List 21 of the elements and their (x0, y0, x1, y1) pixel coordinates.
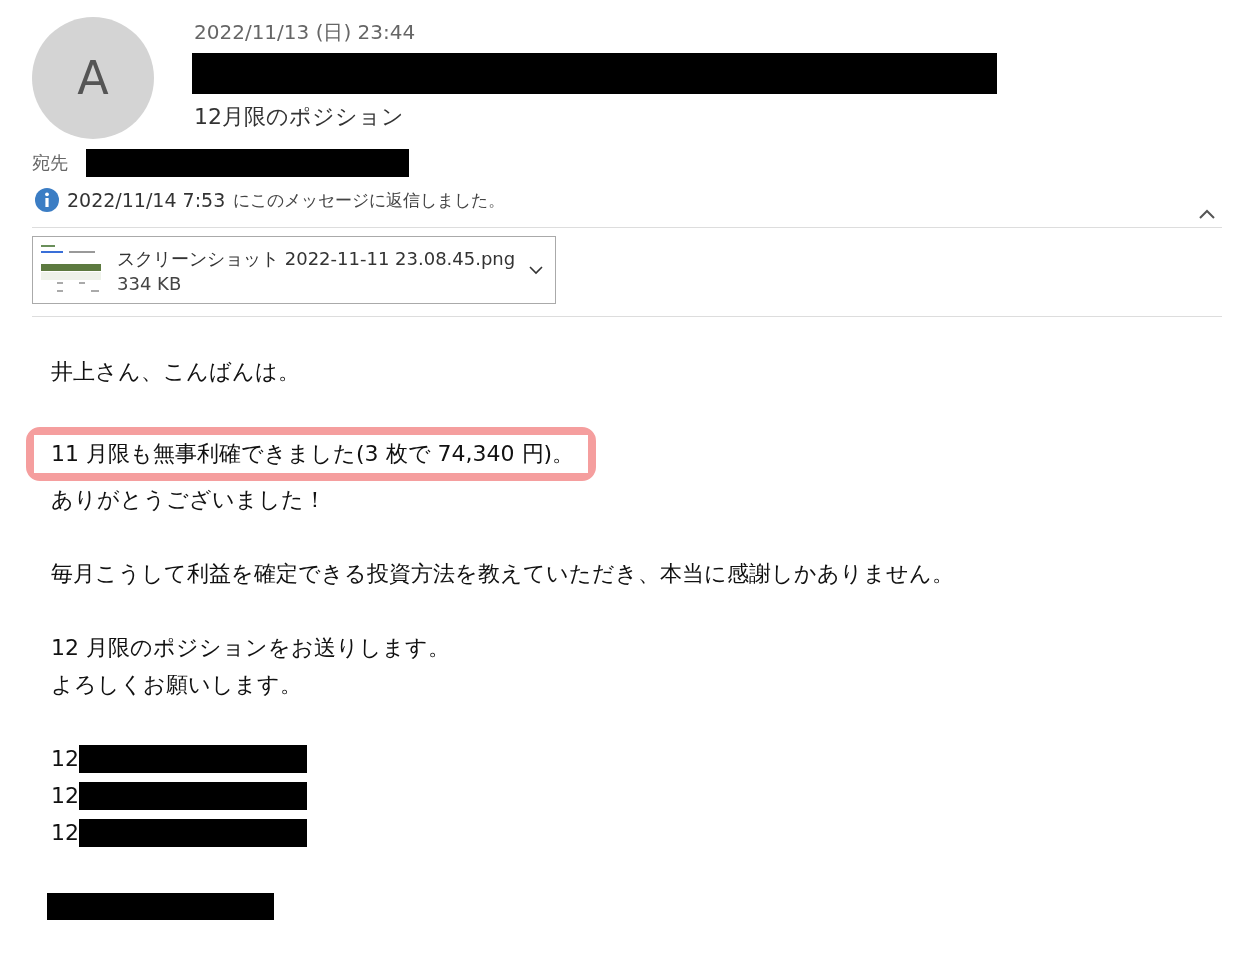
body-text: 12 (51, 745, 79, 773)
reply-note: にこのメッセージに返信しました。 (233, 188, 506, 212)
attachment-card[interactable]: スクリーンショット 2022-11-11 23.08.45.png 334 KB (32, 236, 557, 304)
highlighted-text: 11 月限も無事利確できました(3 枚で 74,340 円)。 (34, 435, 589, 473)
body-text: 12 (51, 819, 79, 847)
subject-line: 12月限のポジション (194, 103, 405, 131)
body-text: 毎月こうして利益を確定できる投資方法を教えていただき、本当に感謝しかありません。 (51, 560, 955, 588)
attachment-name: スクリーンショット 2022-11-11 23.08.45.png (117, 246, 516, 271)
body-text: 12 (51, 782, 79, 810)
body-text: 井上さん、こんばんは。 (51, 358, 301, 386)
body-text: ありがとうございました！ (51, 486, 327, 514)
sent-date: 2022/11/13 (日) 23:44 (194, 19, 417, 46)
chevron-down-icon[interactable] (529, 265, 544, 275)
body-text: よろしくお願いします。 (51, 671, 303, 699)
avatar: A (32, 17, 154, 139)
collapse-caret-icon[interactable] (1198, 208, 1216, 220)
attachment-size: 334 KB (117, 272, 183, 294)
body-text: 12 月限のポジションをお送りします。 (51, 634, 451, 662)
reply-time: 2022/11/14 7:53 (67, 189, 226, 211)
to-label: 宛先 (32, 151, 68, 175)
info-icon (35, 188, 59, 212)
